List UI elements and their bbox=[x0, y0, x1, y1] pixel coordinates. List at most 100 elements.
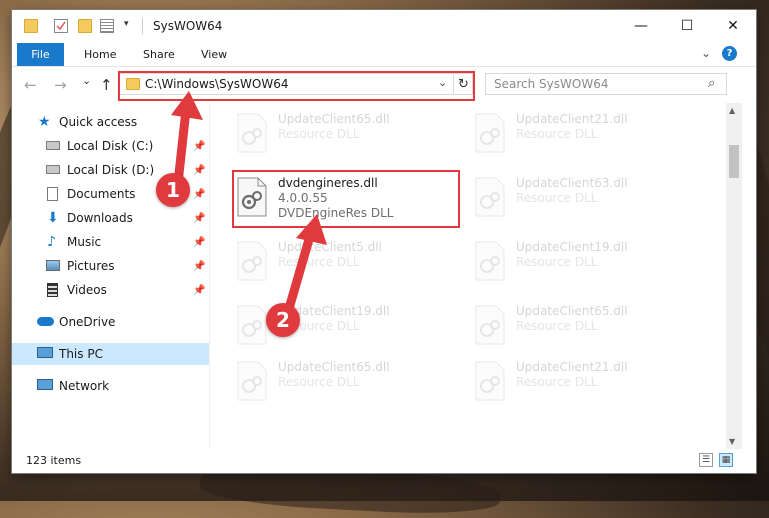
file-tile[interactable]: UpdateClient19.dll Resource DLL bbox=[470, 237, 700, 285]
sidebar-item-network[interactable]: Network bbox=[12, 375, 209, 397]
vertical-scrollbar[interactable]: ▲ ▼ bbox=[726, 103, 742, 449]
file-tile[interactable]: UpdateClient21.dll Resource DLL bbox=[470, 357, 700, 405]
file-description: Resource DLL bbox=[278, 375, 360, 389]
sidebar-item-label: Music bbox=[67, 235, 102, 249]
step-1-badge: 1 bbox=[156, 173, 190, 207]
sidebar-item-downloads[interactable]: ⬇ Downloads 📌 bbox=[12, 207, 209, 229]
file-name: UpdateClient21.dll bbox=[516, 112, 628, 126]
file-name: UpdateClient5.dll bbox=[278, 240, 382, 254]
file-tile[interactable]: UpdateClient65.dll Resource DLL bbox=[232, 357, 462, 405]
dll-file-icon bbox=[237, 305, 267, 345]
address-highlight-box bbox=[118, 71, 475, 101]
drive-icon bbox=[46, 165, 60, 174]
documents-icon bbox=[47, 187, 58, 201]
sidebar-item-videos[interactable]: Videos 📌 bbox=[12, 279, 209, 301]
sidebar-item-label: Local Disk (D:) bbox=[67, 163, 155, 177]
dll-file-icon bbox=[475, 305, 505, 345]
file-tile[interactable]: UpdateClient65.dll Resource DLL bbox=[232, 109, 462, 157]
back-button[interactable]: ← bbox=[24, 76, 37, 94]
dll-file-icon bbox=[237, 113, 267, 153]
file-description: Resource DLL bbox=[516, 255, 598, 269]
ribbon-collapse-icon[interactable]: ⌄ bbox=[701, 46, 711, 60]
search-input[interactable]: Search SysWOW64 bbox=[494, 77, 608, 91]
videos-icon bbox=[47, 283, 58, 297]
folder-icon bbox=[24, 19, 38, 33]
help-icon[interactable]: ? bbox=[722, 46, 737, 61]
pin-icon[interactable]: 📌 bbox=[193, 213, 205, 224]
scroll-up-icon[interactable]: ▲ bbox=[729, 106, 735, 115]
item-count: 123 items bbox=[26, 454, 82, 467]
properties-icon[interactable] bbox=[54, 19, 68, 33]
pin-icon[interactable]: 📌 bbox=[193, 141, 205, 152]
dll-file-icon bbox=[237, 241, 267, 281]
tiles-view-button[interactable]: ▦ bbox=[719, 453, 733, 467]
tab-home[interactable]: Home bbox=[84, 48, 116, 61]
sidebar-item-label: Local Disk (C:) bbox=[67, 139, 154, 153]
pin-icon[interactable]: 📌 bbox=[193, 261, 205, 272]
file-description: Resource DLL bbox=[278, 255, 360, 269]
search-box[interactable]: Search SysWOW64 ⌕ bbox=[485, 73, 727, 95]
status-bar: 123 items ☰ ▦ bbox=[12, 449, 756, 473]
forward-button[interactable]: → bbox=[54, 76, 67, 94]
title-separator bbox=[142, 18, 143, 34]
toolbar-dropdown-icon[interactable]: ▾ bbox=[124, 19, 138, 33]
file-name: UpdateClient21.dll bbox=[516, 360, 628, 374]
file-tile[interactable]: UpdateClient5.dll Resource DLL bbox=[232, 237, 462, 285]
file-name: UpdateClient65.dll bbox=[278, 112, 390, 126]
sidebar-item-onedrive[interactable]: OneDrive bbox=[12, 311, 209, 333]
sidebar-item-label: Pictures bbox=[67, 259, 115, 273]
pictures-icon bbox=[46, 260, 60, 271]
maximize-button[interactable]: ☐ bbox=[664, 10, 710, 42]
tab-share[interactable]: Share bbox=[143, 48, 175, 61]
search-icon[interactable]: ⌕ bbox=[708, 76, 715, 91]
details-view-button[interactable]: ☰ bbox=[699, 453, 713, 467]
star-icon: ★ bbox=[38, 114, 51, 130]
downloads-icon: ⬇ bbox=[47, 210, 59, 226]
file-name: UpdateClient65.dll bbox=[516, 304, 628, 318]
file-tab[interactable]: File bbox=[17, 43, 64, 66]
up-button[interactable]: ↑ bbox=[100, 76, 113, 94]
minimize-button[interactable]: — bbox=[618, 10, 664, 42]
tab-view[interactable]: View bbox=[201, 48, 227, 61]
sidebar-item-music[interactable]: ♪ Music 📌 bbox=[12, 231, 209, 253]
sidebar-item-label: Network bbox=[59, 379, 110, 393]
pin-icon[interactable]: 📌 bbox=[193, 285, 205, 296]
music-icon: ♪ bbox=[47, 234, 56, 250]
file-name: UpdateClient65.dll bbox=[278, 360, 390, 374]
drive-icon bbox=[46, 141, 60, 150]
close-button[interactable]: ✕ bbox=[710, 10, 756, 42]
ribbon: File Home Share View ⌄ ? bbox=[12, 42, 756, 66]
sidebar-item-label: Downloads bbox=[67, 211, 133, 225]
navigation-pane: ★ Quick access Local Disk (C:) 📌 Local D… bbox=[12, 103, 209, 449]
pin-icon[interactable]: 📌 bbox=[193, 165, 205, 176]
file-tile[interactable]: UpdateClient65.dll Resource DLL bbox=[470, 301, 700, 349]
sidebar-item-local-disk-c[interactable]: Local Disk (C:) 📌 bbox=[12, 135, 209, 157]
file-name: UpdateClient63.dll bbox=[516, 176, 628, 190]
recent-locations-icon[interactable]: ⌄ bbox=[82, 74, 91, 87]
file-description: Resource DLL bbox=[278, 127, 360, 141]
network-icon bbox=[37, 379, 53, 390]
step-2-badge: 2 bbox=[266, 303, 300, 337]
sidebar-item-label: OneDrive bbox=[59, 315, 116, 329]
cloud-icon bbox=[37, 317, 54, 326]
pin-icon[interactable]: 📌 bbox=[193, 189, 205, 200]
customize-toolbar-icon[interactable] bbox=[100, 19, 114, 33]
sidebar-item-pictures[interactable]: Pictures 📌 bbox=[12, 255, 209, 277]
file-tile[interactable]: UpdateClient63.dll Resource DLL bbox=[470, 173, 700, 221]
sidebar-item-label: Videos bbox=[67, 283, 107, 297]
file-description: Resource DLL bbox=[516, 127, 598, 141]
scroll-down-icon[interactable]: ▼ bbox=[729, 437, 735, 446]
window-title: SysWOW64 bbox=[153, 19, 223, 33]
file-list: UpdateClient65.dll Resource DLL UpdateCl… bbox=[210, 103, 726, 449]
sidebar-item-label: This PC bbox=[59, 347, 103, 361]
sidebar-item-this-pc[interactable]: This PC bbox=[12, 343, 209, 365]
sidebar-item-quick-access[interactable]: ★ Quick access bbox=[12, 111, 209, 133]
new-folder-icon[interactable] bbox=[78, 19, 92, 33]
file-name: UpdateClient19.dll bbox=[516, 240, 628, 254]
sidebar-item-label: Quick access bbox=[59, 115, 138, 129]
scroll-thumb[interactable] bbox=[729, 145, 739, 178]
sidebar-item-label: Documents bbox=[67, 187, 136, 201]
pin-icon[interactable]: 📌 bbox=[193, 237, 205, 248]
file-description: Resource DLL bbox=[516, 191, 598, 205]
file-tile[interactable]: UpdateClient21.dll Resource DLL bbox=[470, 109, 700, 157]
